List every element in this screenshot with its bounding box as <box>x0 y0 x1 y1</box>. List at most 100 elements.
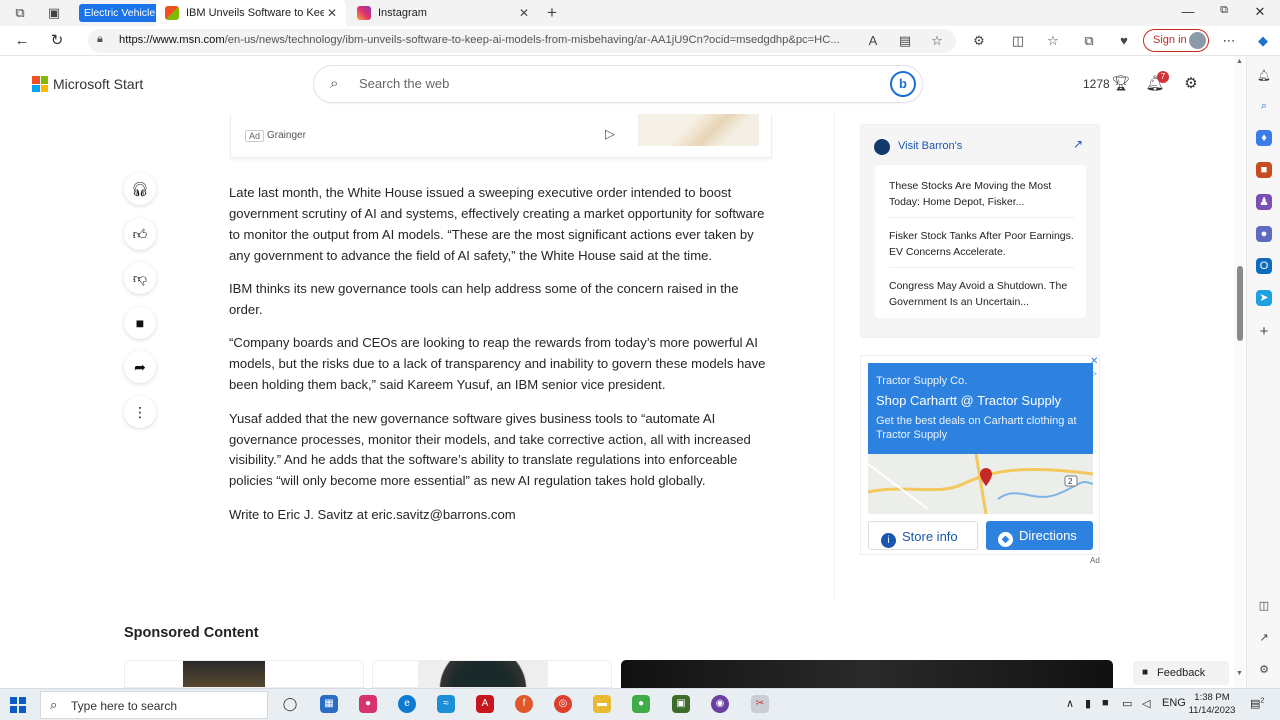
tab-actions-icon[interactable]: ▣ <box>46 5 62 21</box>
app-icon[interactable]: ≈ <box>437 695 455 713</box>
workspaces-icon[interactable]: ⧉ <box>12 5 28 21</box>
tab-ibm-article[interactable]: IBM Unveils Software to Keep AI ✕ <box>156 0 346 26</box>
favorite-star-icon[interactable]: ☆ <box>928 32 946 50</box>
collections-icon[interactable]: ⧉ <box>1080 32 1098 50</box>
ad-source: Grainger <box>267 130 306 141</box>
favorites-icon[interactable]: ☆ <box>1044 32 1062 50</box>
start-button[interactable] <box>10 697 26 713</box>
bing-icon[interactable]: b <box>890 71 916 97</box>
store-info-button[interactable]: i Store info <box>868 521 978 550</box>
scroll-up-icon[interactable]: ▲ <box>1236 58 1243 65</box>
feedback-button[interactable]: ■ Feedback <box>1133 661 1229 685</box>
immersive-reader-icon[interactable]: ▤ <box>896 32 914 50</box>
browser-essentials-icon[interactable]: ♥ <box>1115 32 1133 50</box>
headline-link[interactable]: These Stocks Are Moving the Most Today: … <box>889 178 1074 210</box>
task-view-icon[interactable]: ◯ <box>281 695 299 713</box>
app-icon[interactable]: ◉ <box>711 695 729 713</box>
close-tab-icon[interactable]: ✕ <box>516 6 532 20</box>
sidebar-layout-icon[interactable]: ◫ <box>1256 598 1272 614</box>
recorder-app-icon[interactable]: ● <box>359 695 377 713</box>
wechat-app-icon[interactable]: ● <box>632 695 650 713</box>
ad-image <box>638 114 759 146</box>
meet-icon[interactable]: ■ <box>1102 697 1109 709</box>
snipping-tool-icon[interactable]: ✂ <box>751 695 769 713</box>
acrobat-app-icon[interactable]: A <box>476 695 494 713</box>
headline-link[interactable]: Fisker Stock Tanks After Poor Earnings. … <box>889 228 1074 260</box>
sign-in-button[interactable]: Sign in <box>1143 29 1209 52</box>
taskbar-search-input[interactable]: ⌕ Type here to search <box>40 691 268 719</box>
sponsored-card[interactable] <box>124 660 364 688</box>
sidebar-add-icon[interactable]: + <box>1256 324 1272 340</box>
network-icon[interactable]: ▭ <box>1122 697 1132 710</box>
sidebar-search-icon[interactable]: ⌕ <box>1256 98 1272 114</box>
headline-link[interactable]: Congress May Avoid a Shutdown. The Gover… <box>889 278 1074 310</box>
search-icon: ⌕ <box>330 75 339 92</box>
settings-gear-icon[interactable]: ⚙ <box>1181 74 1201 94</box>
thumbs-up-icon[interactable]: 👍︎ <box>124 218 156 250</box>
external-link-icon[interactable]: ↗ <box>1073 137 1083 151</box>
sidebar-bell-icon[interactable]: 🔔︎ <box>1256 68 1272 84</box>
app-icon[interactable]: ▣ <box>672 695 690 713</box>
input-language[interactable]: ENG <box>1162 697 1186 709</box>
close-window-icon[interactable]: ✕ <box>1250 4 1270 20</box>
grainger-ad[interactable]: Ad Grainger ▷ <box>230 114 772 158</box>
share-icon[interactable]: ➦ <box>124 351 156 383</box>
map-road-label: 2 <box>1068 477 1073 486</box>
firefox-app-icon[interactable]: f <box>515 695 533 713</box>
thumbs-down-icon[interactable]: 👎︎ <box>124 262 156 294</box>
sidebar-tools-icon[interactable]: ■ <box>1256 162 1272 178</box>
comment-icon[interactable]: ■ <box>124 307 156 339</box>
lock-icon[interactable]: 🔒︎ <box>97 33 103 46</box>
page-scrollbar[interactable]: ▲ ▼ <box>1234 56 1245 688</box>
scroll-down-icon[interactable]: ▼ <box>1236 670 1243 677</box>
edge-app-icon[interactable]: e <box>398 695 416 713</box>
read-aloud-icon[interactable]: A <box>864 32 882 50</box>
sponsored-card[interactable] <box>372 660 612 688</box>
sponsored-card[interactable] <box>621 660 1113 688</box>
tab-group-electric-vehicle[interactable]: Electric Vehicle <box>79 4 161 22</box>
close-tab-icon[interactable]: ✕ <box>324 6 340 20</box>
sidebar-settings-icon[interactable]: ⚙ <box>1256 662 1272 678</box>
rewards-points[interactable]: 1278 <box>1083 77 1110 91</box>
refresh-icon[interactable]: ↻ <box>48 32 66 50</box>
url-text: https://www.msn.com/en-us/news/technolog… <box>119 34 840 46</box>
more-actions-icon[interactable]: ⋮ <box>124 396 156 428</box>
tab-instagram[interactable]: Instagram ✕ <box>348 0 538 26</box>
sidebar-games-icon[interactable]: ♟ <box>1256 194 1272 210</box>
directions-button[interactable]: ◆ Directions <box>986 521 1093 550</box>
more-options-icon[interactable]: ⋯ <box>1220 32 1238 50</box>
split-screen-icon[interactable]: ◫ <box>1009 32 1027 50</box>
sidebar-send-icon[interactable]: ➤ <box>1256 290 1272 306</box>
sidebar-outlook-icon[interactable]: O <box>1256 258 1272 274</box>
sidebar-open-external-icon[interactable]: ↗ <box>1256 630 1272 646</box>
rewards-trophy-icon[interactable]: 🏆︎ <box>1111 74 1131 94</box>
listen-headphones-icon[interactable]: 🎧︎ <box>124 173 156 205</box>
address-bar-row: ← ↻ 🔒︎ https://www.msn.com/en-us/news/te… <box>0 26 1280 56</box>
visit-barrons-link[interactable]: Visit Barron's <box>898 140 962 152</box>
back-icon[interactable]: ← <box>13 32 31 50</box>
microsoft-start-logo[interactable]: Microsoft Start <box>32 76 143 92</box>
minimize-icon[interactable]: — <box>1178 4 1198 19</box>
copilot-icon[interactable]: ◆ <box>1254 32 1272 50</box>
file-explorer-icon[interactable]: ▬ <box>593 695 611 713</box>
tray-chevron-icon[interactable]: ∧ <box>1066 697 1074 710</box>
scrollbar-thumb[interactable] <box>1237 266 1243 341</box>
microphone-icon[interactable]: ▮ <box>1085 697 1091 710</box>
chrome-app-icon[interactable]: ◎ <box>554 695 572 713</box>
web-search-input[interactable]: ⌕ Search the web b <box>314 66 922 102</box>
tractor-supply-ad[interactable]: ✕ ▷ Tractor Supply Co. Shop Carhartt @ T… <box>860 355 1100 555</box>
ad-banner[interactable]: Tractor Supply Co. Shop Carhartt @ Tract… <box>868 363 1093 454</box>
play-icon[interactable]: ▷ <box>605 126 615 142</box>
sidebar-office-icon[interactable]: ● <box>1256 226 1272 242</box>
store-app-icon[interactable]: ▦ <box>320 695 338 713</box>
taskbar-search-placeholder: Type here to search <box>71 699 178 713</box>
restore-icon[interactable]: ⧉ <box>1214 4 1234 17</box>
new-tab-icon[interactable]: + <box>544 3 560 22</box>
action-center-icon[interactable]: ▤2 <box>1250 697 1264 710</box>
store-map[interactable]: 2 <box>868 454 1093 514</box>
url-field[interactable]: 🔒︎ https://www.msn.com/en-us/news/techno… <box>88 29 956 53</box>
extensions-icon[interactable]: ⚙ <box>970 32 988 50</box>
volume-icon[interactable]: ◁ <box>1142 697 1150 710</box>
taskbar-clock[interactable]: 1:38 PM 11/14/2023 <box>1186 691 1238 717</box>
sidebar-shopping-icon[interactable]: ♦ <box>1256 130 1272 146</box>
